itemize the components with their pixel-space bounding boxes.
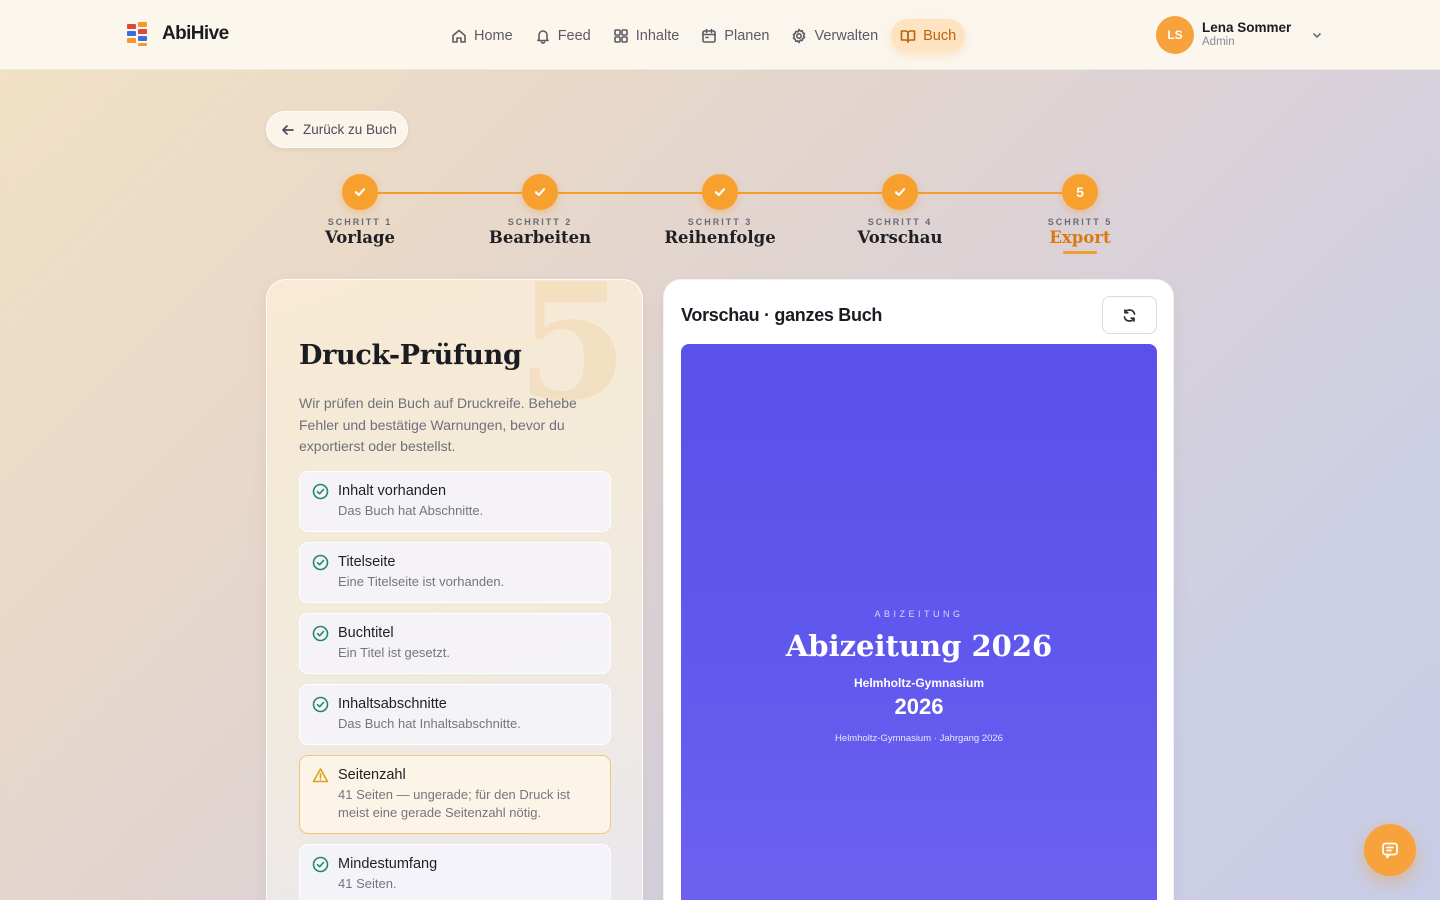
step-name: Bearbeiten <box>488 228 592 247</box>
step-name: Reihenfolge <box>664 228 776 247</box>
top-navigation-bar: AbiHive Home Feed Inhalte Planen Verwalt… <box>0 0 1440 70</box>
cover-title: Abizeitung 2026 <box>785 629 1053 663</box>
step-name: Export <box>1049 228 1111 247</box>
book-cover-page[interactable]: ABIZEITUNG Abizeitung 2026 Helmholtz-Gym… <box>681 344 1157 900</box>
print-check-panel: 5 Druck-Prüfung Wir prüfen dein Buch auf… <box>266 279 643 900</box>
check-description: Das Buch hat Abschnitte. <box>338 503 484 518</box>
calendar-icon <box>702 28 717 43</box>
back-to-book-button[interactable]: Zurück zu Buch <box>266 111 408 148</box>
check-circle-icon <box>312 625 329 642</box>
step-export[interactable]: 5 SCHRITT 5 Export <box>1010 174 1150 254</box>
nav-item-home[interactable]: Home <box>442 19 522 52</box>
chat-icon <box>1382 842 1398 859</box>
arrow-left-icon <box>282 124 294 135</box>
check-icon <box>534 188 546 197</box>
check-item-seitenzahl-warning[interactable]: Seitenzahl 41 Seiten — ungerade; für den… <box>299 755 611 834</box>
check-title: Buchtitel <box>338 625 394 641</box>
step-vorschau[interactable]: SCHRITT 4 Vorschau <box>830 174 970 247</box>
gear-icon <box>793 28 806 43</box>
user-name: Lena Sommer <box>1202 20 1292 36</box>
nav-item-label: Verwalten <box>814 27 879 44</box>
nav-item-feed[interactable]: Feed <box>526 19 600 52</box>
avatar: LS <box>1156 16 1194 54</box>
step-reihenfolge[interactable]: SCHRITT 3 Reihenfolge <box>650 174 790 247</box>
refresh-icon <box>1123 308 1136 322</box>
refresh-preview-button[interactable] <box>1102 296 1157 334</box>
export-stepper: SCHRITT 1 Vorlage SCHRITT 2 Bearbeiten S… <box>290 174 1150 264</box>
step-kicker: SCHRITT 1 <box>327 217 393 227</box>
user-info: Lena Sommer Admin <box>1202 20 1292 49</box>
check-circle-icon <box>312 554 329 571</box>
nav-item-label: Feed <box>557 27 591 44</box>
nav-item-label: Home <box>474 27 513 44</box>
step-bearbeiten[interactable]: SCHRITT 2 Bearbeiten <box>470 174 610 247</box>
panel-title: Druck-Prüfung <box>299 340 522 371</box>
check-icon <box>714 188 726 197</box>
user-menu[interactable]: LS Lena Sommer Admin <box>1156 16 1323 54</box>
cover-kicker: ABIZEITUNG <box>874 609 964 619</box>
main-nav: Home Feed Inhalte Planen Verwalten Buch <box>442 19 966 52</box>
cover-footer: Helmholtz-Gymnasium · Jahrgang 2026 <box>835 733 1003 744</box>
check-icon <box>894 188 906 197</box>
check-icon <box>354 188 366 197</box>
abihive-logo-icon <box>126 22 150 46</box>
nav-item-verwalten[interactable]: Verwalten <box>782 19 887 52</box>
preview-title: Vorschau · ganzes Buch <box>681 305 883 325</box>
step-kicker: SCHRITT 2 <box>507 217 573 227</box>
check-list: Inhalt vorhanden Das Buch hat Abschnitte… <box>299 471 611 900</box>
step-number-indicator: 5 <box>1062 174 1098 210</box>
check-title: Inhalt vorhanden <box>338 483 447 499</box>
check-title: Mindestumfang <box>338 856 438 872</box>
check-circle-icon <box>312 856 329 873</box>
grid-icon <box>613 28 628 43</box>
check-title: Inhaltsabschnitte <box>338 696 447 712</box>
book-icon <box>900 29 916 43</box>
nav-item-buch[interactable]: Buch <box>891 19 966 52</box>
chevron-down-icon <box>1313 32 1322 39</box>
warning-triangle-icon <box>312 767 329 784</box>
check-item-buchtitel: Buchtitel Ein Titel ist gesetzt. <box>299 613 611 674</box>
check-item-inhalt: Inhalt vorhanden Das Buch hat Abschnitte… <box>299 471 611 532</box>
check-description: 41 Seiten — ungerade; für den Druck ist … <box>338 787 570 820</box>
back-button-label: Zurück zu Buch <box>303 122 397 137</box>
panel-intro: Wir prüfen dein Buch auf Druckreife. Beh… <box>299 395 577 454</box>
brand[interactable]: AbiHive <box>126 22 229 46</box>
bell-icon <box>536 29 549 44</box>
home-icon <box>452 29 466 43</box>
chat-button[interactable] <box>1364 824 1416 876</box>
check-description: Eine Titelseite ist vorhanden. <box>338 574 505 589</box>
cover-year: 2026 <box>894 694 944 719</box>
check-item-inhaltsabschnitte: Inhaltsabschnitte Das Buch hat Inhaltsab… <box>299 684 611 745</box>
book-preview-panel: Vorschau · ganzes Buch ABIZEITUNG Abizei… <box>663 279 1174 900</box>
check-description: Ein Titel ist gesetzt. <box>338 645 450 660</box>
step-name: Vorschau <box>857 228 943 247</box>
nav-item-planen[interactable]: Planen <box>692 19 778 52</box>
step-done-indicator <box>522 174 558 210</box>
nav-item-label: Inhalte <box>635 27 680 44</box>
check-circle-icon <box>312 483 329 500</box>
nav-item-label: Buch <box>923 27 957 44</box>
cover-school: Helmholtz-Gymnasium <box>853 676 985 690</box>
check-title: Titelseite <box>338 554 396 570</box>
brand-name: AbiHive <box>162 23 229 44</box>
nav-item-label: Planen <box>724 27 770 44</box>
check-description: Das Buch hat Inhaltsabschnitte. <box>338 716 521 731</box>
step-name: Vorlage <box>325 228 395 247</box>
step-kicker: SCHRITT 3 <box>687 217 753 227</box>
nav-item-inhalte[interactable]: Inhalte <box>604 19 689 52</box>
current-step-underline <box>1063 251 1097 254</box>
step-done-indicator <box>702 174 738 210</box>
step-vorlage[interactable]: SCHRITT 1 Vorlage <box>290 174 430 247</box>
check-item-titelseite: Titelseite Eine Titelseite ist vorhanden… <box>299 542 611 603</box>
check-title: Seitenzahl <box>338 767 406 783</box>
check-description: 41 Seiten. <box>338 876 397 891</box>
check-item-mindestumfang: Mindestumfang 41 Seiten. <box>299 844 611 900</box>
step-kicker: SCHRITT 5 <box>1047 217 1113 227</box>
check-circle-icon <box>312 696 329 713</box>
step-done-indicator <box>342 174 378 210</box>
user-role: Admin <box>1202 36 1235 49</box>
step-kicker: SCHRITT 4 <box>867 217 933 227</box>
step-done-indicator <box>882 174 918 210</box>
